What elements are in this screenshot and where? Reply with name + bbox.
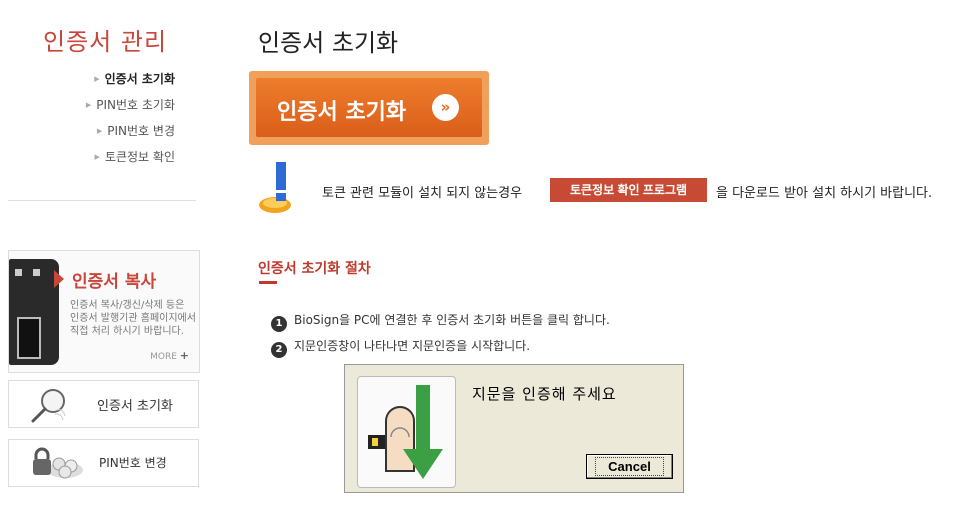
download-token-program-button[interactable]: 토큰정보 확인 프로그램	[550, 178, 707, 202]
step-number-badge: 2	[271, 342, 287, 358]
cert-copy-banner[interactable]: 인증서 복사 인증서 복사/갱신/삭제 등은 인증서 발행기관 홈페이지에서 직…	[8, 250, 200, 373]
cert-init-link-label: 인증서 초기화	[97, 399, 173, 414]
cert-init-link-box[interactable]: 인증서 초기화	[8, 380, 199, 428]
sidebar-item-token-info[interactable]: ▶ 토큰정보 확인	[55, 144, 175, 170]
step-text: BioSign을 PC에 연결한 후 인증서 초기화 버튼을 클릭 합니다.	[294, 313, 610, 327]
sidebar-divider	[8, 200, 196, 201]
triangle-bullet-icon: ▶	[85, 101, 92, 109]
triangle-bullet-icon: ▶	[94, 75, 100, 83]
pin-change-link-box[interactable]: PIN번호 변경	[8, 439, 199, 487]
dialog-message: 지문을 인증해 주세요	[472, 385, 617, 403]
fingerprint-dialog: 지문을 인증해 주세요 Cancel	[344, 364, 684, 493]
token-module-notice: 토큰 관련 모듈이 설치 되지 않는경우 토큰정보 확인 프로그램 을 다운로드…	[258, 160, 958, 220]
notice-text-after: 을 다운로드 받아 설치 하시기 바랍니다.	[716, 186, 933, 201]
magnifier-icon	[31, 389, 66, 423]
triangle-bullet-icon: ▶	[96, 127, 103, 135]
triangle-bullet-icon: ▶	[94, 153, 100, 161]
notice-text-before: 토큰 관련 모듈이 설치 되지 않는경우	[322, 186, 523, 201]
more-link[interactable]: MORE +	[150, 349, 189, 362]
sidebar-menu: ▶ 인증서 초기화 ▶ PIN번호 초기화 ▶ PIN번호 변경 ▶ 토큰정보 확인	[55, 66, 175, 170]
cert-copy-title: 인증서 복사	[72, 272, 157, 292]
cert-init-button[interactable]: 인증서 초기화 »	[249, 71, 489, 145]
step-number-badge: 1	[271, 316, 287, 332]
page-title: 인증서 초기화	[258, 29, 399, 57]
procedure-step: 2 지문인증창이 나타나면 지문인증을 시작합니다.	[271, 337, 530, 358]
sidebar-title: 인증서 관리	[43, 28, 168, 56]
sidebar-item-pin-change[interactable]: ▶ PIN번호 변경	[55, 118, 175, 144]
cert-copy-description: 인증서 복사/갱신/삭제 등은 인증서 발행기관 홈페이지에서 직접 처리 하시…	[70, 300, 196, 337]
section-title: 인증서 초기화 절차	[258, 261, 371, 277]
step-text: 지문인증창이 나타나면 지문인증을 시작합니다.	[294, 339, 531, 353]
fingerprint-icon	[357, 376, 456, 488]
arrow-marker-icon	[54, 270, 64, 288]
sidebar-item-cert-init[interactable]: ▶ 인증서 초기화	[55, 66, 175, 92]
cert-init-button-label: 인증서 초기화	[277, 100, 407, 125]
plus-icon: +	[179, 349, 189, 362]
usb-token-icon	[9, 259, 59, 365]
procedure-step: 1 BioSign을 PC에 연결한 후 인증서 초기화 버튼을 클릭 합니다.	[271, 311, 610, 332]
cancel-button[interactable]: Cancel	[586, 454, 673, 479]
warning-icon	[259, 162, 291, 213]
pin-change-link-label: PIN번호 변경	[99, 456, 167, 470]
double-chevron-icon: »	[432, 94, 459, 121]
section-title-underline	[259, 281, 277, 284]
lock-coins-icon	[33, 447, 83, 479]
sidebar-item-pin-init[interactable]: ▶ PIN번호 초기화	[55, 92, 175, 118]
